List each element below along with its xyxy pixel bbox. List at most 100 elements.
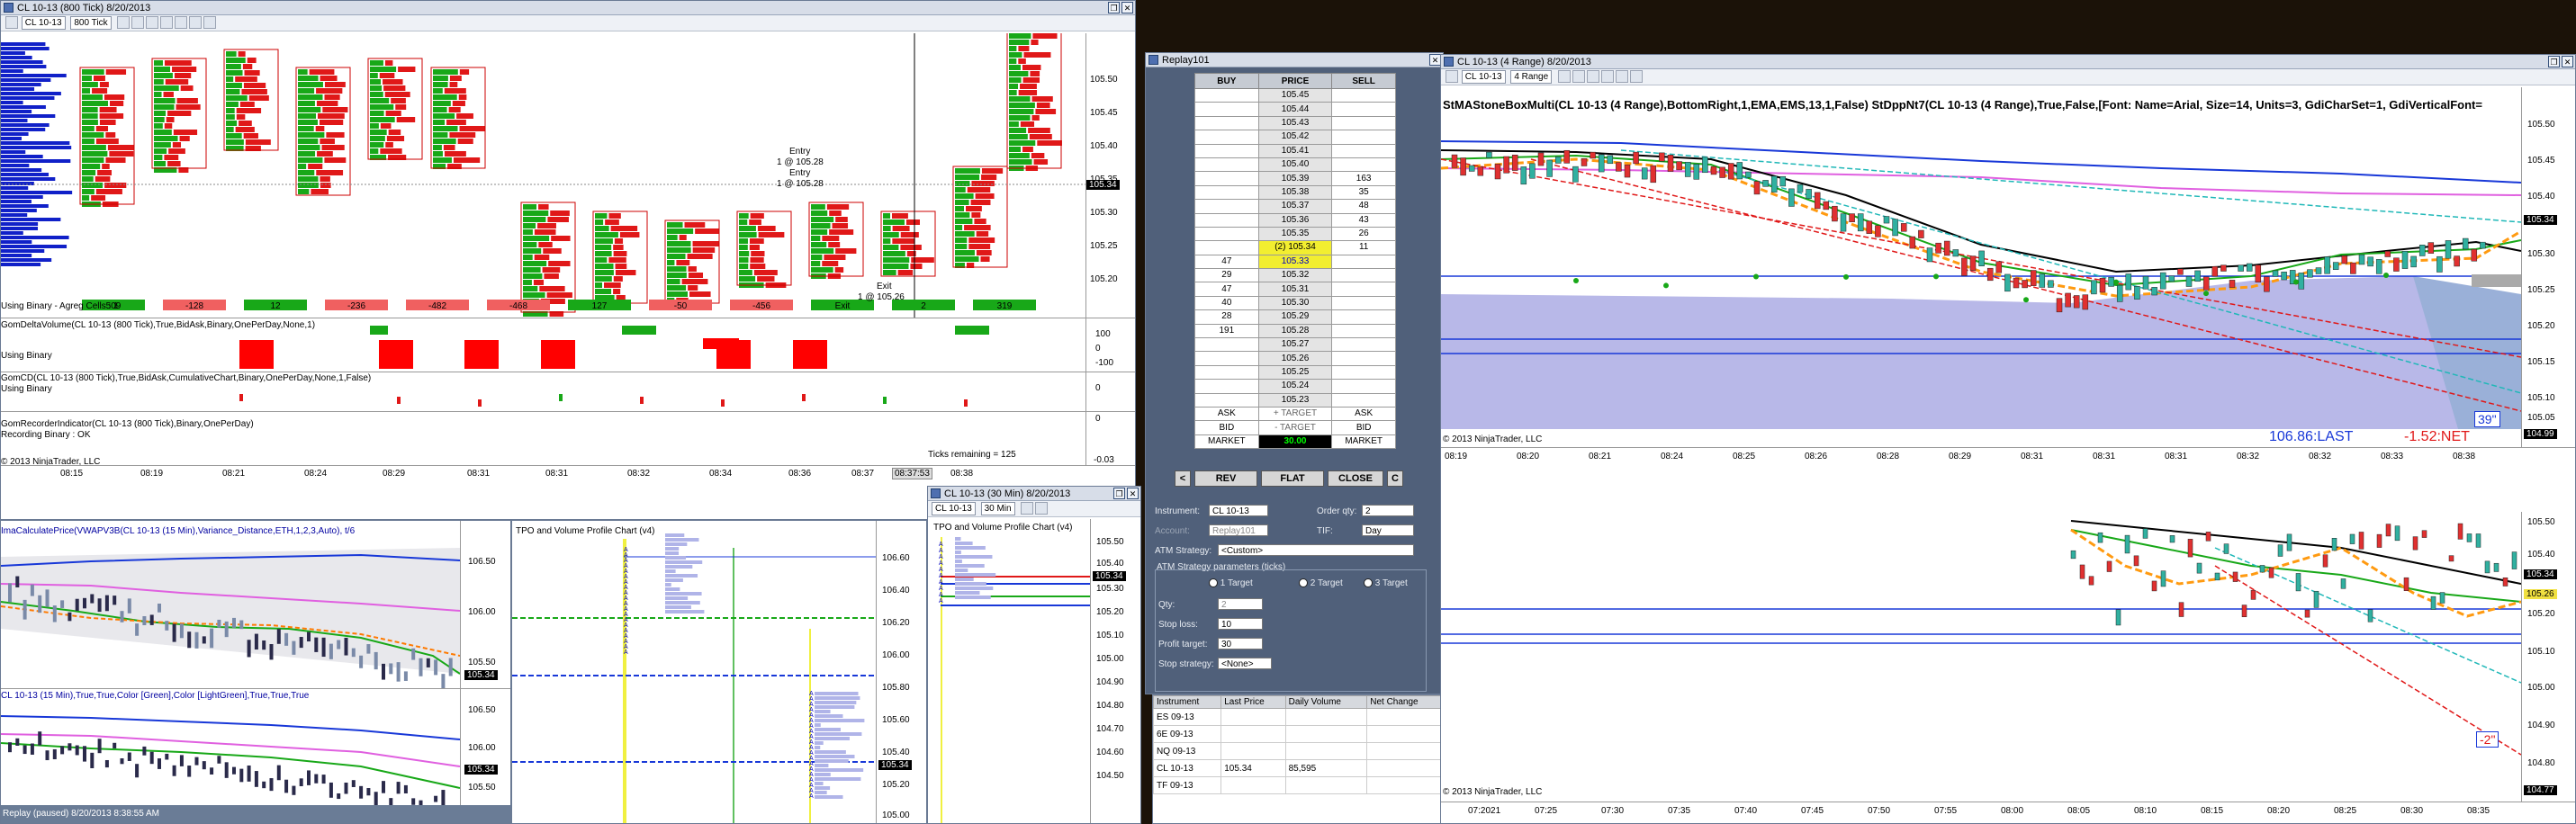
quote-row[interactable]: ES 09-13 [1153,708,1443,726]
ladder-price-cell[interactable]: (2) 105.34 [1257,240,1333,255]
account-select[interactable]: Replay101 [1209,524,1268,536]
ladder-row[interactable]: 105.44 [1194,102,1396,117]
ladder-price-cell[interactable]: 105.38 [1257,184,1333,201]
column-header[interactable]: Last Price [1220,695,1286,709]
ladder-buy-cell[interactable] [1194,143,1259,158]
ladder-sell-cell[interactable] [1331,379,1396,394]
ladder-row[interactable]: 105.45 [1194,87,1396,103]
ladder-row[interactable]: 105.27 [1194,337,1396,353]
quote-row[interactable]: TF 09-13 [1153,776,1443,794]
zoom-icon[interactable] [146,16,159,30]
ladder-sell-cell[interactable]: 163 [1331,171,1396,186]
radio-1-target[interactable]: 1 Target [1209,578,1253,588]
close-icon[interactable]: ✕ [1127,488,1139,499]
quote-row[interactable]: 6E 09-13 [1153,725,1443,743]
market-sell-cell[interactable]: MARKET [1331,434,1396,450]
ladder-row[interactable]: 29 105.32 [1194,268,1396,283]
ladder-row[interactable]: 105.38 35 [1194,184,1396,201]
ladder-price-cell[interactable]: 105.41 [1257,143,1333,158]
ladder-buy-cell[interactable] [1194,87,1259,103]
bid-cell[interactable]: BID [1331,420,1396,435]
price-ladder[interactable]: BUY PRICE SELL 105.45 105.44 105.43 105.42 105… [1194,73,1396,450]
bar-type-icon[interactable] [1557,70,1571,84]
ladder-buy-cell[interactable] [1194,226,1259,242]
rev-button[interactable]: REV [1194,470,1257,487]
order-qty-stepper[interactable]: 2 [1362,505,1414,516]
tif-select[interactable]: Day [1362,524,1414,536]
gom-recorder-pane[interactable]: GomRecorderIndicator(CL 10-13 (800 Tick)… [1,411,1085,466]
ladder-sell-cell[interactable] [1331,115,1396,131]
atm-select[interactable]: <Custom> [1218,544,1414,556]
target-cell[interactable]: + TARGET [1257,406,1333,422]
ladder-sell-cell[interactable] [1331,254,1396,270]
target-cell[interactable]: - TARGET [1257,420,1333,435]
ladder-buy-cell[interactable]: 47 [1194,282,1259,297]
ladder-buy-cell[interactable]: 47 [1194,254,1259,270]
ladder-buy-cell[interactable]: 28 [1194,309,1259,325]
window-title-bar[interactable]: CL 10-13 (30 Min) 8/20/2013 ❐ ✕ [928,487,1140,501]
ladder-buy-cell[interactable] [1194,171,1259,186]
ladder-sell-cell[interactable] [1331,102,1396,117]
ladder-row[interactable]: 28 105.29 [1194,309,1396,325]
ladder-price-cell[interactable]: 105.35 [1257,226,1333,242]
ladder-sell-cell[interactable] [1331,392,1396,408]
ladder-price-cell[interactable]: 105.25 [1257,364,1333,381]
ladder-price-cell[interactable]: 105.32 [1257,268,1333,283]
ladder-sell-cell[interactable] [1331,309,1396,325]
ladder-sell-cell[interactable] [1331,364,1396,381]
c-button[interactable]: C [1387,470,1403,487]
restore-icon[interactable]: ❐ [1108,2,1120,13]
strategy-icon[interactable] [189,16,203,30]
ladder-row[interactable]: 105.26 [1194,351,1396,366]
ladder-sell-cell[interactable]: 43 [1331,212,1396,228]
ladder-price-cell[interactable]: 105.36 [1257,212,1333,228]
ladder-price-cell[interactable]: 105.39 [1257,171,1333,186]
ladder-buy-cell[interactable]: 29 [1194,268,1259,283]
gom-cd-pane[interactable]: GomCD(CL 10-13 (800 Tick),True,BidAsk,Cu… [1,372,1085,412]
ladder-price-cell[interactable]: 105.23 [1257,392,1333,408]
price-pane-800tick[interactable]: 509 -128 12 -236 -482 -468 127 -50 -456 Exit 2 319 … [1,33,1085,318]
qty-stepper[interactable]: 2 [1218,598,1263,610]
range-lower-pane[interactable]: © 2013 NinjaTrader, LLC -2" [1441,512,2521,802]
ladder-buy-cell[interactable] [1194,212,1259,228]
ladder-buy-cell[interactable] [1194,102,1259,117]
left-arrow-button[interactable]: < [1175,470,1191,487]
ladder-sell-cell[interactable] [1331,130,1396,145]
ladder-price-cell[interactable]: 105.43 [1257,115,1333,131]
window-title-bar[interactable]: CL 10-13 (800 Tick) 8/20/2013 ❐ ✕ [1,1,1135,15]
ladder-price-cell[interactable]: 105.26 [1257,351,1333,366]
ladder-row[interactable]: 105.43 [1194,115,1396,131]
ladder-buy-cell[interactable] [1194,199,1259,214]
indicator-icon[interactable] [1615,70,1628,84]
instrument-select[interactable]: CL 10-13 [932,501,976,515]
ladder-price-cell[interactable]: 105.40 [1257,157,1333,173]
bid-cell[interactable]: BID [1194,420,1259,435]
window-title-bar[interactable]: Replay101 ✕ [1146,53,1443,67]
instrument-select[interactable]: CL 10-13 [1209,505,1268,516]
instrument-select[interactable]: CL 10-13 [1461,69,1506,84]
print-icon[interactable] [5,16,18,30]
market-buy-cell[interactable]: MARKET [1194,434,1259,450]
ladder-sell-cell[interactable] [1331,268,1396,283]
draw-icon[interactable] [131,16,145,30]
ladder-row[interactable]: 105.36 43 [1194,212,1396,228]
gom-delta-volume-pane[interactable]: GomDeltaVolume(CL 10-13 (800 Tick),True,… [1,318,1085,372]
ladder-row[interactable]: 40 105.30 [1194,295,1396,311]
ladder-price-cell[interactable]: 105.44 [1257,102,1333,117]
ladder-price-cell[interactable]: 105.45 [1257,87,1333,103]
ladder-sell-cell[interactable] [1331,282,1396,297]
ladder-price-cell[interactable]: 105.42 [1257,130,1333,145]
ladder-row[interactable]: (2) 105.34 11 [1194,240,1396,255]
ladder-price-cell[interactable]: 105.27 [1257,337,1333,353]
ladder-row[interactable]: 47 105.31 [1194,282,1396,297]
ladder-sell-cell[interactable] [1331,323,1396,339]
bar-type-icon[interactable] [117,16,131,30]
ladder-row[interactable]: 105.39 163 [1194,171,1396,186]
ladder-buy-cell[interactable] [1194,379,1259,394]
ladder-buy-cell[interactable] [1194,364,1259,381]
ladder-price-cell[interactable]: 105.33 [1257,254,1333,270]
ladder-buy-cell[interactable]: 191 [1194,323,1259,339]
draw-icon[interactable] [1572,70,1585,84]
ma-pane[interactable]: CL 10-13 (15 Min),True,True,Color [Green… [1,688,460,806]
ladder-buy-cell[interactable] [1194,157,1259,173]
